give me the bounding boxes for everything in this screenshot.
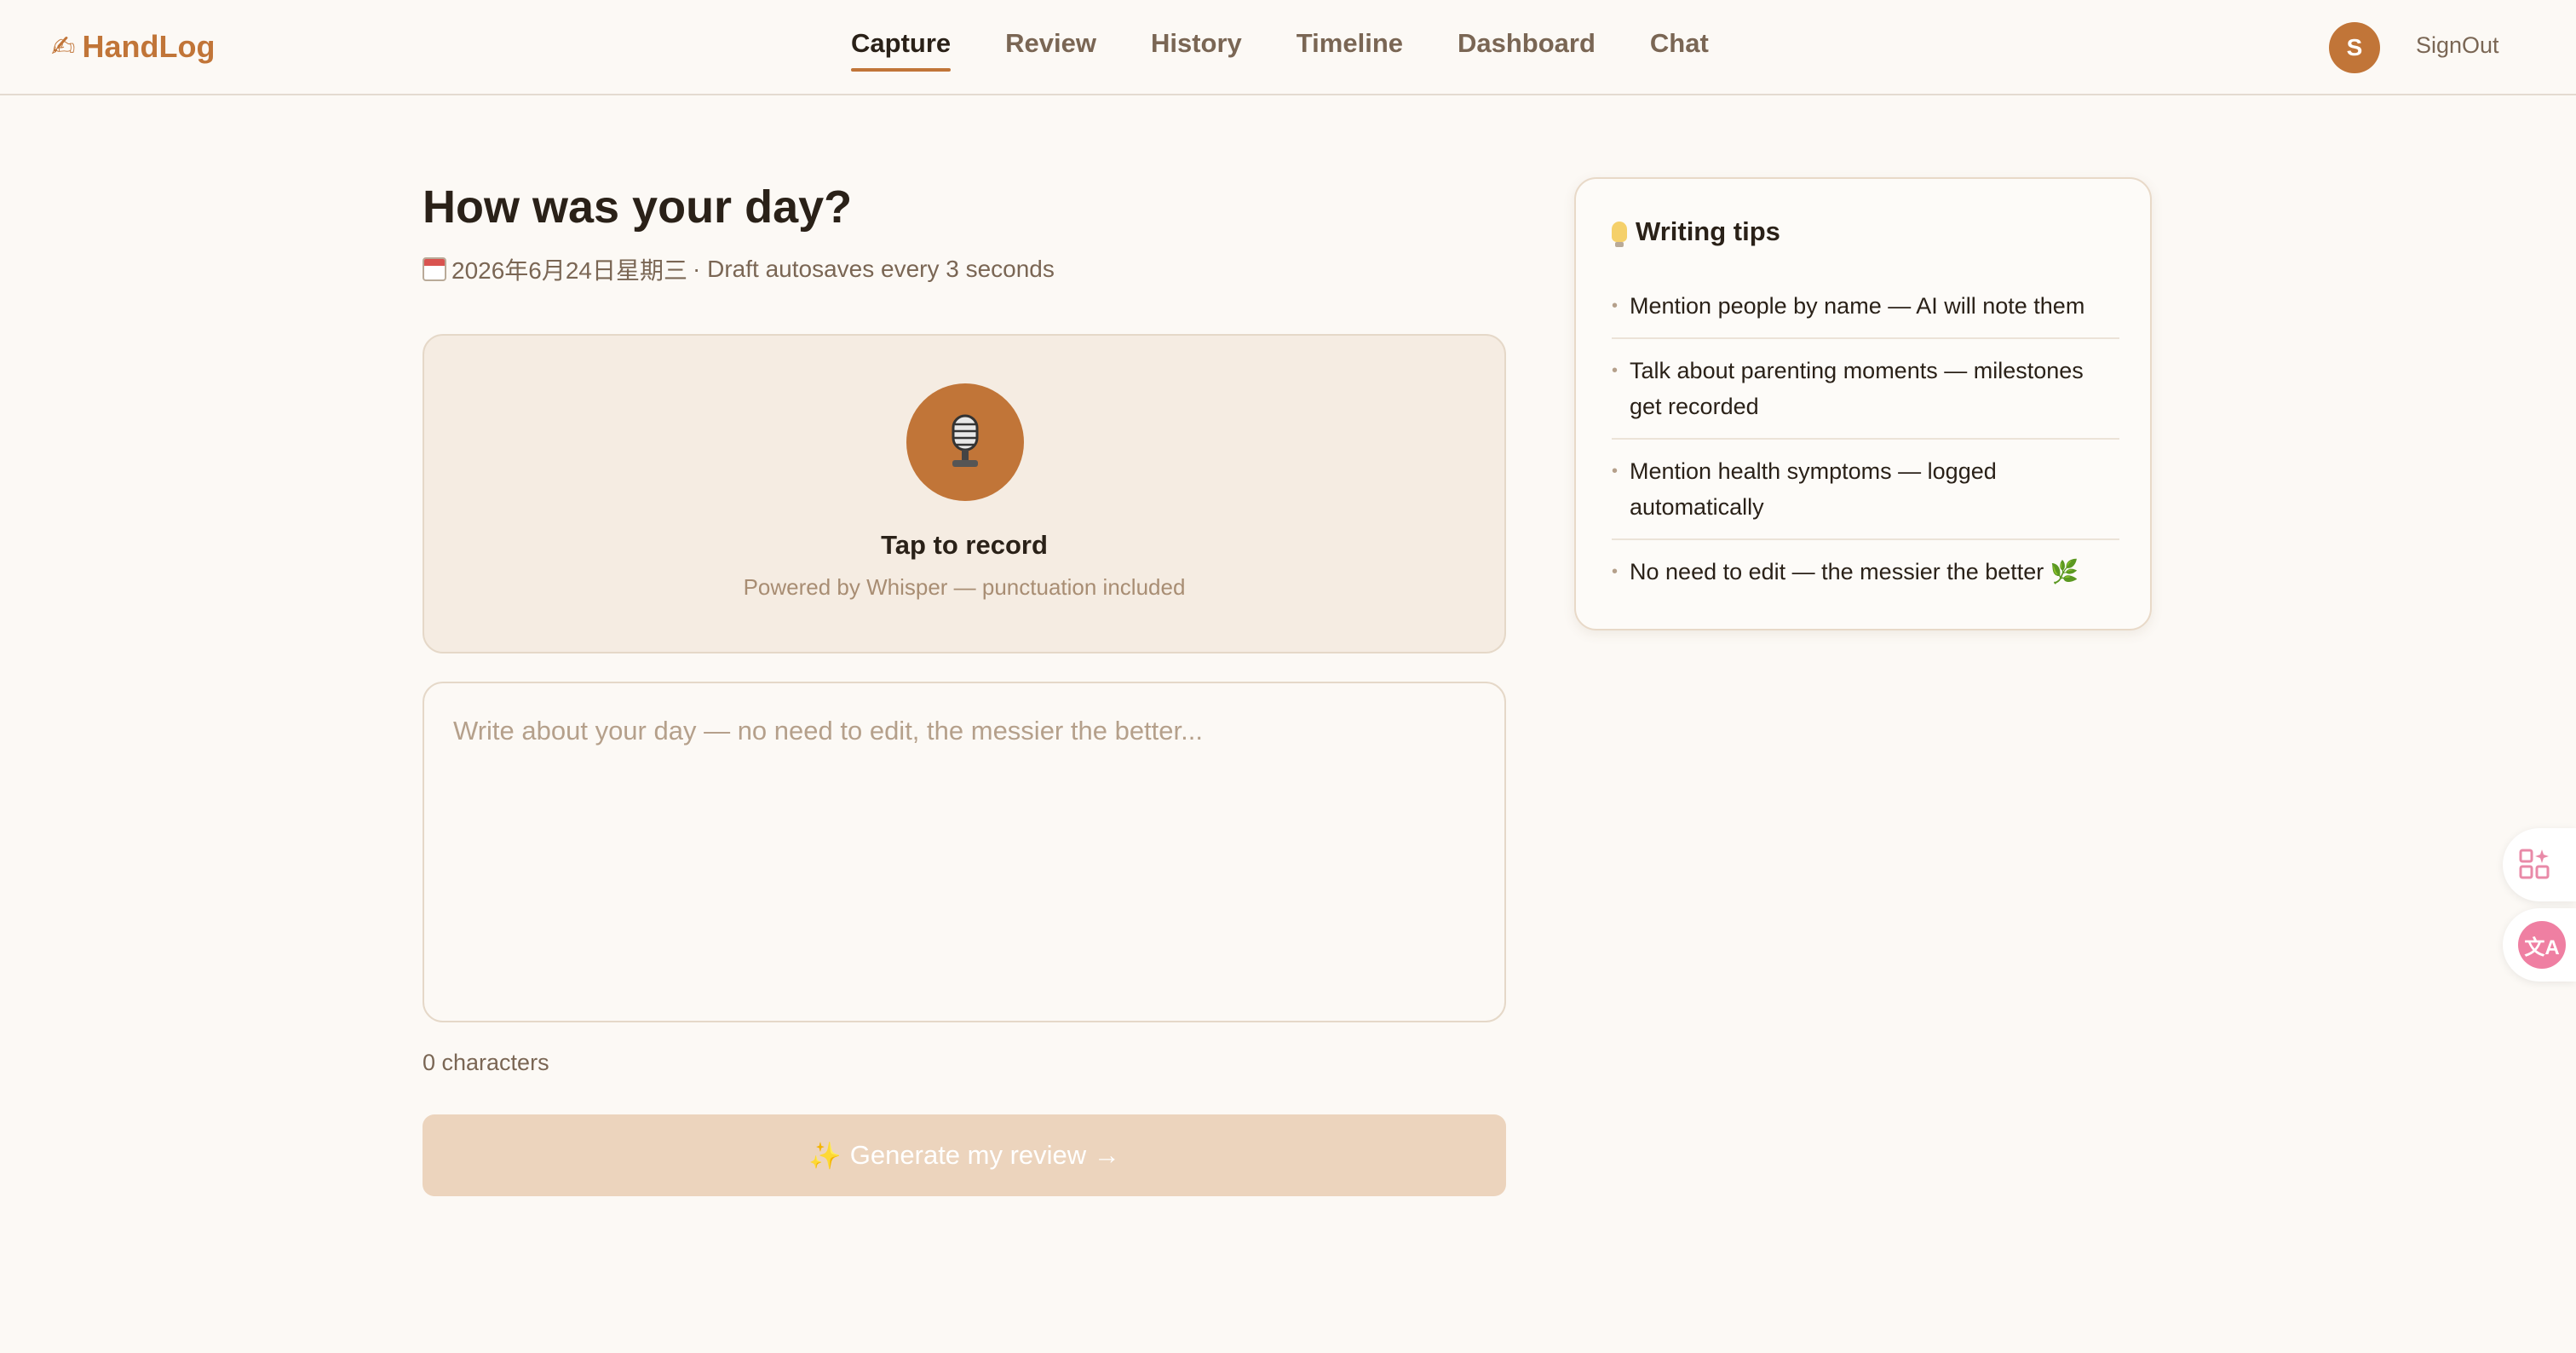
writing-hand-icon: ✍ [51,31,76,63]
page-subtitle: 2026年6月24日星期三 · Draft autosaves every 3 … [423,252,1055,286]
signout-button[interactable]: SignOut [2416,32,2499,59]
writing-tips-card: Writing tips • Mention people by name — … [1574,177,2152,630]
tip-item: • Talk about parenting moments — milesto… [1612,339,2119,440]
tip-item: • No need to edit — the messier the bett… [1612,540,2119,603]
bullet-dot-icon: • [1612,562,1619,581]
translate-widget-button[interactable]: 文A [2503,908,2576,982]
record-button[interactable] [906,383,1024,501]
bullet-dot-icon: • [1612,361,1619,380]
nav-tab-dashboard[interactable]: Dashboard [1458,24,1596,72]
tip-text: Mention people by name — AI will note th… [1630,293,2085,319]
tips-list: • Mention people by name — AI will note … [1612,274,2119,603]
lightbulb-icon [1612,222,1627,247]
character-count: 0 characters [423,1050,549,1075]
apps-sparkle-icon [2519,849,2550,879]
nav-tab-capture[interactable]: Capture [851,24,952,72]
record-sublabel: Powered by Whisper — punctuation include… [743,574,1186,600]
translate-icon: 文A [2518,921,2566,969]
top-nav-bar: ✍ HandLog Capture Review History Timelin… [0,0,2576,95]
page: ✍ HandLog Capture Review History Timelin… [0,0,2576,1353]
tips-title: Writing tips [1636,216,1780,246]
tips-heading: Writing tips [1612,216,1780,247]
tip-text: Mention health symptoms — logged automat… [1630,458,1997,520]
app-logo[interactable]: ✍ HandLog [51,26,215,68]
tip-text: No need to edit — the messier the better… [1630,559,2079,584]
generate-review-label: Generate my review → [849,1140,1120,1170]
calendar-icon [423,257,446,281]
nav-tab-review[interactable]: Review [1005,24,1096,72]
apps-widget-button[interactable] [2503,828,2576,901]
voice-record-panel: Tap to record Powered by Whisper — punct… [423,334,1506,653]
sparkles-icon: ✨ [808,1140,842,1171]
nav-tab-timeline[interactable]: Timeline [1297,24,1403,72]
current-date: 2026年6月24日星期三 [451,257,688,284]
main-nav: Capture Review History Timeline Dashboar… [851,24,1709,72]
generate-review-button[interactable]: ✨ Generate my review → [423,1114,1506,1196]
tip-text: Talk about parenting moments — milestone… [1630,358,2084,419]
tip-item: • Mention people by name — AI will note … [1612,274,2119,339]
nav-tab-chat[interactable]: Chat [1650,24,1709,72]
nav-tab-history[interactable]: History [1151,24,1242,72]
bullet-dot-icon: • [1612,462,1619,481]
user-avatar[interactable]: S [2329,22,2380,73]
app-name: HandLog [82,29,216,64]
tip-item: • Mention health symptoms — logged autom… [1612,440,2119,540]
bullet-dot-icon: • [1612,297,1619,315]
autosave-note: · Draft autosaves every 3 seconds [693,256,1055,282]
record-label: Tap to record [881,530,1048,560]
page-title: How was your day? [423,181,853,233]
microphone-icon [952,414,979,467]
journal-text-input[interactable] [423,682,1506,1022]
